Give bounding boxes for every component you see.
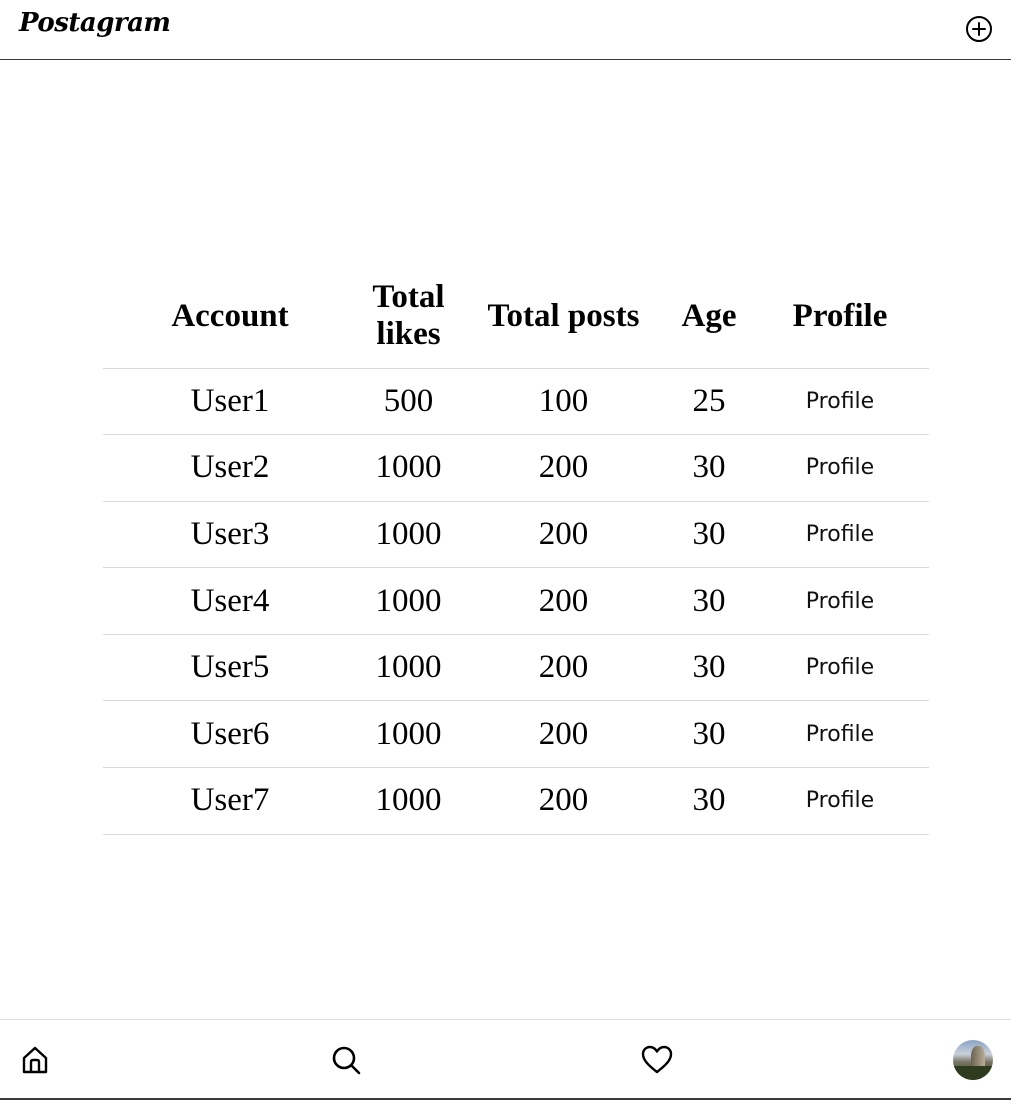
age-cell: 30	[667, 501, 751, 569]
create-post-button[interactable]	[964, 14, 994, 44]
table-body: User1 500 100 25 Profile User2 1000 200 …	[103, 368, 929, 835]
likes-cell: 1000	[357, 634, 460, 702]
user-stats-table: Account Total likes Total posts Age Prof…	[103, 265, 929, 835]
table-header: Account Total likes Total posts Age Prof…	[103, 265, 929, 369]
profile-link[interactable]: Profile	[806, 655, 874, 680]
posts-cell: 200	[460, 567, 667, 635]
profile-link[interactable]: Profile	[806, 589, 874, 614]
table-row: User5 1000 200 30 Profile	[103, 634, 929, 702]
posts-cell: 200	[460, 767, 667, 835]
age-cell: 30	[667, 567, 751, 635]
account-cell: User2	[103, 434, 357, 502]
account-cell: User4	[103, 567, 357, 635]
table-row: User4 1000 200 30 Profile	[103, 567, 929, 635]
column-header-total-likes: Total likes	[357, 265, 460, 369]
table-row: User2 1000 200 30 Profile	[103, 434, 929, 502]
account-cell: User7	[103, 767, 357, 835]
profile-link[interactable]: Profile	[806, 788, 874, 813]
account-cell: User6	[103, 700, 357, 769]
age-cell: 30	[667, 700, 751, 769]
posts-cell: 200	[460, 634, 667, 702]
top-bar: Postagram	[0, 0, 1011, 60]
avatar-image-trees	[953, 1066, 993, 1080]
age-cell: 30	[667, 767, 751, 835]
brand-logo[interactable]: Postagram	[19, 8, 171, 38]
search-icon	[332, 1046, 361, 1075]
app-root: Postagram Account Total likes Total post…	[0, 0, 1011, 1100]
age-cell: 25	[667, 368, 751, 436]
account-cell: User1	[103, 368, 357, 436]
likes-cell: 1000	[357, 700, 460, 769]
table-row: User7 1000 200 30 Profile	[103, 767, 929, 835]
likes-cell: 500	[357, 368, 460, 436]
posts-cell: 200	[460, 501, 667, 569]
activity-button[interactable]	[640, 1043, 674, 1077]
likes-cell: 1000	[357, 767, 460, 835]
age-cell: 30	[667, 434, 751, 502]
profile-cell: Profile	[751, 434, 929, 502]
table-row: User6 1000 200 30 Profile	[103, 700, 929, 769]
plus-circle-icon	[966, 16, 992, 42]
age-cell: 30	[667, 634, 751, 702]
search-button[interactable]	[329, 1043, 363, 1077]
bottom-nav	[0, 1019, 1011, 1100]
posts-cell: 100	[460, 368, 667, 436]
profile-link[interactable]: Profile	[806, 522, 874, 547]
column-header-total-posts: Total posts	[460, 265, 667, 369]
account-cell: User3	[103, 501, 357, 569]
column-header-age: Age	[667, 265, 751, 369]
likes-cell: 1000	[357, 567, 460, 635]
home-button[interactable]	[18, 1043, 52, 1077]
likes-cell: 1000	[357, 434, 460, 502]
profile-cell: Profile	[751, 767, 929, 835]
account-cell: User5	[103, 634, 357, 702]
header-row: Account Total likes Total posts Age Prof…	[103, 265, 929, 369]
likes-cell: 1000	[357, 501, 460, 569]
profile-cell: Profile	[751, 368, 929, 436]
profile-cell: Profile	[751, 567, 929, 635]
posts-cell: 200	[460, 434, 667, 502]
profile-link[interactable]: Profile	[806, 455, 874, 480]
posts-cell: 200	[460, 700, 667, 769]
table-row: User1 500 100 25 Profile	[103, 368, 929, 436]
avatar[interactable]	[953, 1040, 993, 1080]
profile-cell: Profile	[751, 700, 929, 769]
column-header-profile: Profile	[751, 265, 929, 369]
profile-link[interactable]: Profile	[806, 722, 874, 747]
column-header-account: Account	[103, 265, 357, 369]
heart-icon	[641, 1045, 673, 1074]
profile-cell: Profile	[751, 634, 929, 702]
home-icon	[22, 1046, 48, 1074]
profile-link[interactable]: Profile	[806, 389, 874, 414]
table-row: User3 1000 200 30 Profile	[103, 501, 929, 569]
profile-cell: Profile	[751, 501, 929, 569]
